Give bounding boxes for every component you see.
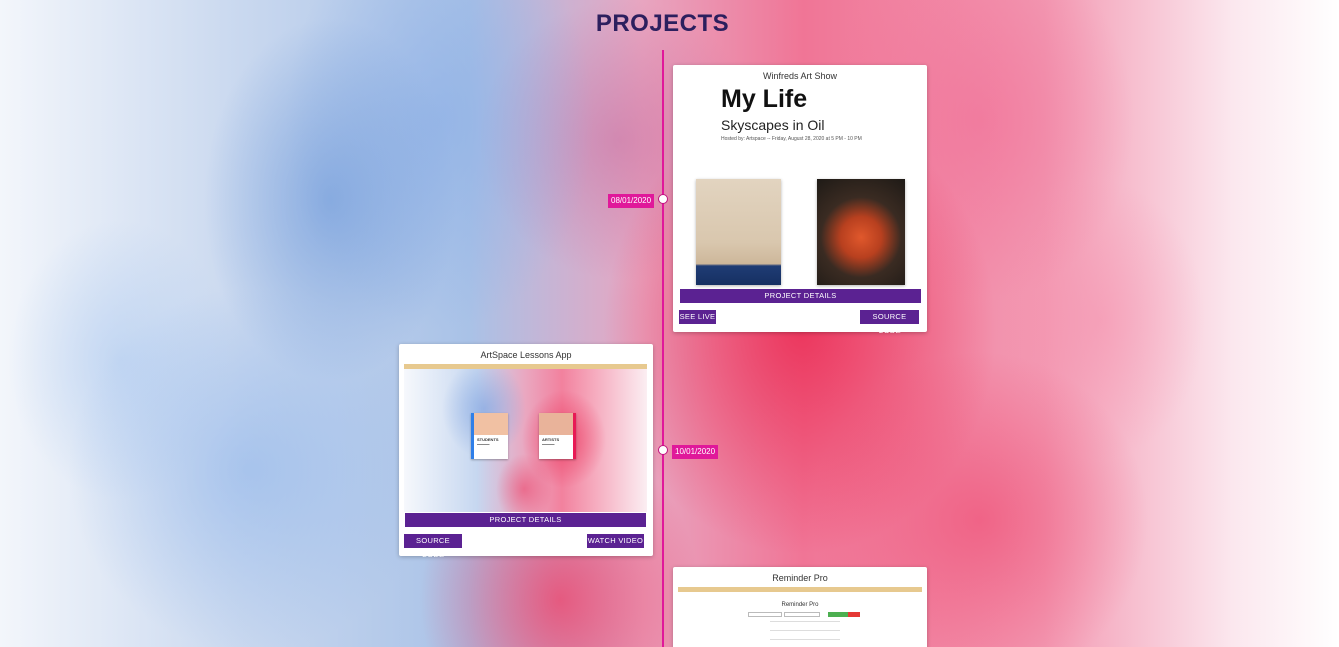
- project-title: Reminder Pro: [772, 573, 828, 583]
- preview-host-line: Hosted by: Artspace -- Friday, August 28…: [721, 136, 862, 142]
- timeline-node: [658, 194, 668, 204]
- page-title: PROJECTS: [595, 10, 730, 37]
- app-screenshot: Reminder Pro: [678, 592, 922, 647]
- app-screenshot: STUDENTS ▬▬▬▬▬ ARTISTS ▬▬▬▬▬: [404, 369, 647, 512]
- preview-subheading: Skyscapes in Oil: [721, 117, 825, 133]
- preview-heading: My Life: [721, 85, 808, 113]
- project-details-button[interactable]: PROJECT DETAILS: [405, 513, 646, 527]
- source-code-button[interactable]: SOURCE CODE: [404, 534, 462, 559]
- project-card: Winfreds Art Show My Life Skyscapes in O…: [673, 65, 927, 335]
- see-live-button[interactable]: SEE LIVE: [679, 310, 716, 324]
- timeline-line: [662, 50, 664, 647]
- timeline-node: [658, 445, 668, 455]
- watch-video-button[interactable]: WATCH VIDEO: [587, 534, 644, 548]
- artists-card: ARTISTS ▬▬▬▬▬: [539, 413, 576, 459]
- source-code-button[interactable]: SOURCE CODE: [860, 310, 919, 335]
- project-title: Winfreds Art Show: [762, 71, 838, 81]
- project-title: ArtSpace Lessons App: [480, 350, 572, 360]
- students-card: STUDENTS ▬▬▬▬▬: [471, 413, 508, 459]
- painting-seascape-image: [696, 179, 781, 285]
- project-details-button[interactable]: PROJECT DETAILS: [680, 289, 921, 303]
- project-card: Reminder Pro Reminder Pro: [673, 567, 927, 647]
- timeline-date: 10/01/2020: [672, 445, 719, 459]
- timeline-date: 08/01/2020: [608, 194, 655, 208]
- project-card: ArtSpace Lessons App STUDENTS ▬▬▬▬▬ ARTI…: [399, 344, 653, 559]
- painting-rose-image: [817, 179, 905, 285]
- background-ink-image: [0, 0, 1339, 647]
- app-title: Reminder Pro: [781, 602, 819, 608]
